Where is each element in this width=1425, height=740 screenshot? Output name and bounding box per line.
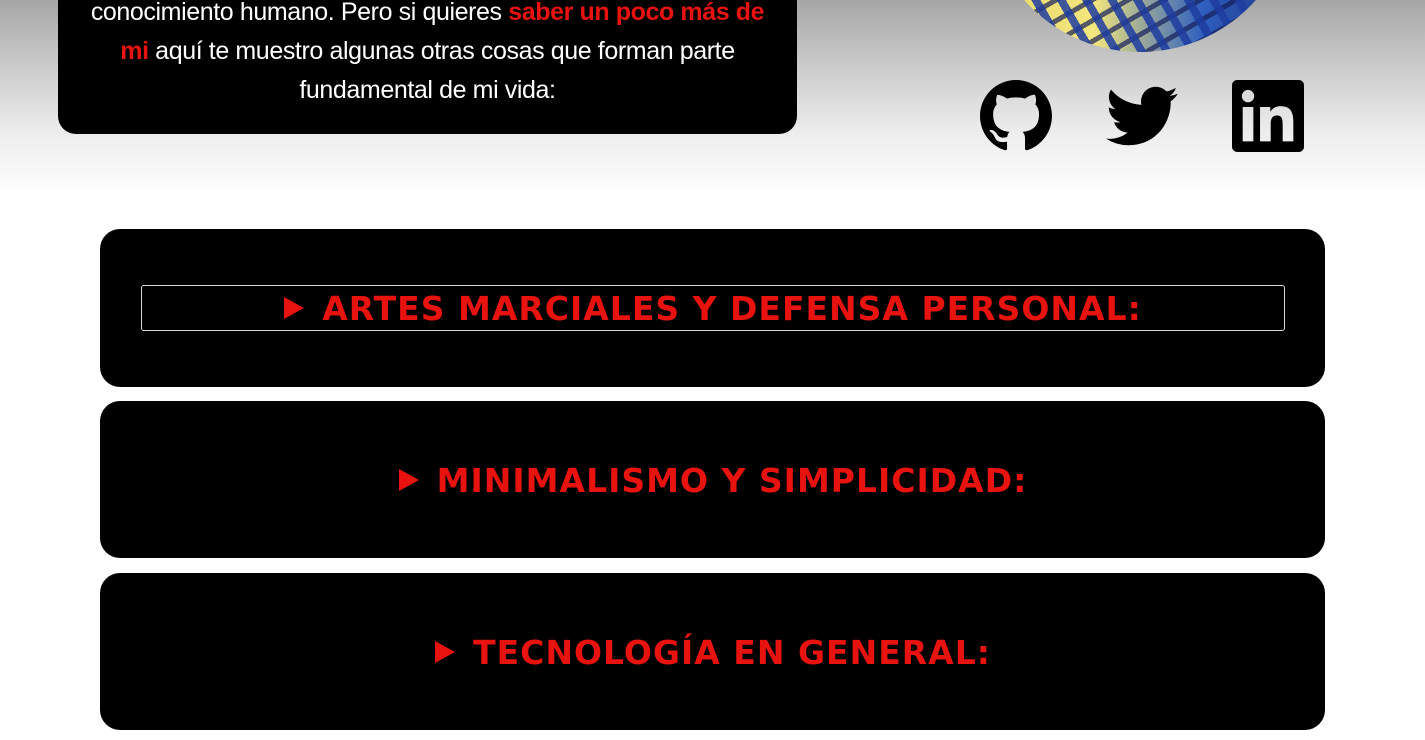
github-link[interactable] <box>980 80 1052 152</box>
section-toggle-martial-arts[interactable]: Artes marciales y defensa personal: <box>141 285 1285 331</box>
section-title: Minimalismo y simplicidad: <box>436 460 1028 500</box>
linkedin-link[interactable] <box>1232 80 1304 152</box>
intro-text-before: conocimiento humano. Pero si quieres <box>90 0 509 26</box>
profile-avatar <box>985 0 1295 52</box>
disclosure-triangle-icon <box>435 641 456 663</box>
disclosure-triangle-icon <box>284 297 305 319</box>
section-title: Tecnología en general: <box>473 632 991 672</box>
twitter-link[interactable] <box>1106 80 1178 152</box>
section-card-martial-arts: Artes marciales y defensa personal: <box>100 229 1325 387</box>
section-card-minimalism: Minimalismo y simplicidad: <box>100 401 1325 558</box>
twitter-icon <box>1106 86 1178 146</box>
section-title: Artes marciales y defensa personal: <box>322 288 1142 328</box>
intro-text: conocimiento humano. Pero si quieres sab… <box>82 0 773 110</box>
intro-card: conocimiento humano. Pero si quieres sab… <box>58 0 797 134</box>
github-icon <box>980 80 1052 151</box>
linkedin-icon <box>1232 80 1304 152</box>
section-toggle-technology[interactable]: Tecnología en general: <box>141 629 1285 675</box>
section-card-technology: Tecnología en general: <box>100 573 1325 730</box>
section-toggle-minimalism[interactable]: Minimalismo y simplicidad: <box>141 457 1285 503</box>
social-links <box>975 80 1315 152</box>
intro-text-after: aquí te muestro algunas otras cosas que … <box>148 37 735 104</box>
disclosure-triangle-icon <box>398 469 419 491</box>
